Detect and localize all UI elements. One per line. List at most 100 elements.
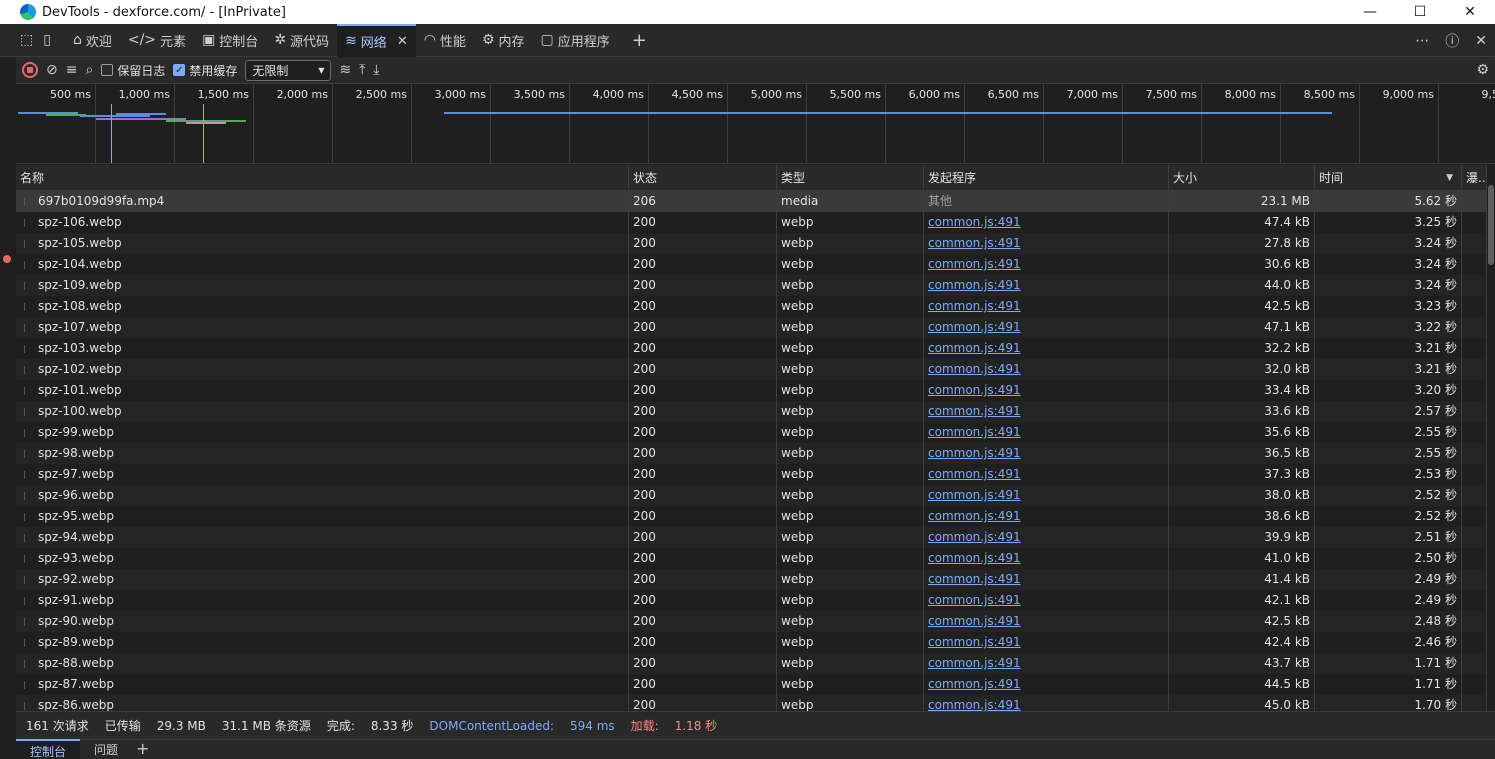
- table-row[interactable]: spz-93.webp 200 webp common.js:491 41.0 kB 2.…: [16, 548, 1487, 569]
- table-row[interactable]: spz-104.webp 200 webp common.js:491 30.6 kB 3…: [16, 254, 1487, 275]
- drawer-tab-console[interactable]: 控制台: [16, 739, 81, 759]
- vertical-scrollbar[interactable]: [1487, 165, 1495, 711]
- add-tab-icon[interactable]: +: [632, 30, 647, 51]
- device-emulation-icon[interactable]: ▯: [43, 32, 51, 48]
- table-row[interactable]: 697b0109d99fa.mp4 206 media 其他 23.1 MB 5.62 秒: [16, 191, 1487, 212]
- cell-initiator[interactable]: common.js:491: [924, 611, 1169, 632]
- cell-initiator[interactable]: common.js:491: [924, 569, 1169, 590]
- chip-icon: ⚙: [481, 32, 495, 48]
- maximize-icon[interactable]: ☐: [1395, 0, 1445, 24]
- column-initiator[interactable]: 发起程序: [924, 165, 1169, 191]
- cell-initiator[interactable]: common.js:491: [924, 443, 1169, 464]
- inspect-element-icon[interactable]: ⬚: [20, 32, 33, 48]
- table-row[interactable]: spz-90.webp 200 webp common.js:491 42.5 kB 2.…: [16, 611, 1487, 632]
- cell-initiator[interactable]: common.js:491: [924, 380, 1169, 401]
- table-row[interactable]: spz-87.webp 200 webp common.js:491 44.5 kB 1.…: [16, 674, 1487, 695]
- column-status[interactable]: 状态: [629, 165, 777, 191]
- filter-icon[interactable]: ≡: [66, 62, 78, 78]
- cell-initiator[interactable]: common.js:491: [924, 233, 1169, 254]
- cell-initiator[interactable]: common.js:491: [924, 275, 1169, 296]
- throttling-select[interactable]: 无限制 ▾: [245, 59, 332, 81]
- tab-network[interactable]: ≋ 网络 ✕: [337, 23, 416, 57]
- table-row[interactable]: spz-88.webp 200 webp common.js:491 43.7 kB 1.…: [16, 653, 1487, 674]
- column-type[interactable]: 类型: [777, 165, 924, 191]
- cell-initiator[interactable]: common.js:491: [924, 401, 1169, 422]
- cell-initiator[interactable]: common.js:491: [924, 317, 1169, 338]
- search-icon[interactable]: ⌕: [85, 62, 93, 78]
- tab-performance[interactable]: ◠ 性能: [416, 24, 474, 57]
- table-row[interactable]: spz-99.webp 200 webp common.js:491 35.6 kB 2.…: [16, 422, 1487, 443]
- import-har-icon[interactable]: ⤒: [359, 62, 365, 78]
- cell-initiator[interactable]: common.js:491: [924, 359, 1169, 380]
- overview-tick-label: 9,000 ms: [1382, 88, 1434, 101]
- column-time[interactable]: 时间 ▼: [1315, 165, 1462, 191]
- cell-initiator[interactable]: common.js:491: [924, 296, 1169, 317]
- table-row[interactable]: spz-92.webp 200 webp common.js:491 41.4 kB 2.…: [16, 569, 1487, 590]
- table-row[interactable]: spz-102.webp 200 webp common.js:491 32.0 kB 3…: [16, 359, 1487, 380]
- table-row[interactable]: spz-105.webp 200 webp common.js:491 27.8 kB 3…: [16, 233, 1487, 254]
- cell-initiator[interactable]: common.js:491: [924, 653, 1169, 674]
- column-size[interactable]: 大小: [1169, 165, 1315, 191]
- cell-initiator[interactable]: common.js:491: [924, 422, 1169, 443]
- cell-initiator[interactable]: common.js:491: [924, 590, 1169, 611]
- close-window-icon[interactable]: ✕: [1445, 0, 1495, 24]
- help-icon[interactable]: ⓘ: [1445, 31, 1459, 51]
- close-tab-icon[interactable]: ✕: [397, 34, 408, 49]
- table-row[interactable]: spz-98.webp 200 webp common.js:491 36.5 kB 2.…: [16, 443, 1487, 464]
- table-row[interactable]: spz-96.webp 200 webp common.js:491 38.0 kB 2.…: [16, 485, 1487, 506]
- cell-size: 38.0 kB: [1169, 485, 1315, 506]
- cell-initiator[interactable]: common.js:491: [924, 212, 1169, 233]
- table-row[interactable]: spz-108.webp 200 webp common.js:491 42.5 kB 3…: [16, 296, 1487, 317]
- cell-initiator[interactable]: common.js:491: [924, 254, 1169, 275]
- minimize-icon[interactable]: —: [1345, 0, 1395, 24]
- more-options-icon[interactable]: ⋯: [1415, 33, 1429, 49]
- cell-initiator[interactable]: common.js:491: [924, 464, 1169, 485]
- table-row[interactable]: spz-109.webp 200 webp common.js:491 44.0 kB 3…: [16, 275, 1487, 296]
- cell-initiator[interactable]: common.js:491: [924, 695, 1169, 711]
- table-row[interactable]: spz-101.webp 200 webp common.js:491 33.4 kB 3…: [16, 380, 1487, 401]
- disable-cache-checkbox[interactable]: ✓ 禁用缓存: [173, 62, 237, 79]
- network-conditions-icon[interactable]: ≋: [339, 62, 351, 78]
- cell-initiator[interactable]: common.js:491: [924, 485, 1169, 506]
- checkbox-checked[interactable]: ✓: [173, 64, 186, 76]
- left-gutter: [0, 57, 16, 759]
- cell-initiator[interactable]: common.js:491: [924, 527, 1169, 548]
- tab-application[interactable]: ▢ 应用程序: [533, 24, 618, 57]
- network-overview[interactable]: 500 ms 1,000 ms 1,500 ms 2,000 ms 2,500 ms 3,…: [16, 84, 1495, 164]
- column-waterfall[interactable]: 瀑...: [1462, 165, 1487, 191]
- cell-initiator[interactable]: common.js:491: [924, 548, 1169, 569]
- tab-console[interactable]: ▣ 控制台: [194, 24, 266, 57]
- cell-size: 36.5 kB: [1169, 443, 1315, 464]
- add-drawer-tab-icon[interactable]: +: [136, 739, 149, 759]
- checkbox-box[interactable]: [101, 64, 114, 76]
- table-row[interactable]: spz-91.webp 200 webp common.js:491 42.1 kB 2.…: [16, 590, 1487, 611]
- table-row[interactable]: spz-94.webp 200 webp common.js:491 39.9 kB 2.…: [16, 527, 1487, 548]
- preserve-log-checkbox[interactable]: 保留日志: [101, 62, 165, 79]
- cell-initiator[interactable]: common.js:491: [924, 338, 1169, 359]
- column-name[interactable]: 名称: [16, 165, 629, 191]
- table-row[interactable]: spz-95.webp 200 webp common.js:491 38.6 kB 2.…: [16, 506, 1487, 527]
- tab-memory[interactable]: ⚙ 内存: [474, 24, 533, 57]
- record-stop-icon[interactable]: [22, 62, 38, 78]
- cell-initiator[interactable]: common.js:491: [924, 674, 1169, 695]
- cell-initiator[interactable]: common.js:491: [924, 632, 1169, 653]
- tab-welcome[interactable]: ⌂ 欢迎: [65, 24, 120, 57]
- table-row[interactable]: spz-86.webp 200 webp common.js:491 45.0 kB 1.…: [16, 695, 1487, 711]
- overview-tick-label: 500 ms: [50, 88, 91, 101]
- table-row[interactable]: spz-106.webp 200 webp common.js:491 47.4 kB 3…: [16, 212, 1487, 233]
- scrollbar-thumb[interactable]: [1488, 185, 1494, 265]
- table-row[interactable]: spz-89.webp 200 webp common.js:491 42.4 kB 2.…: [16, 632, 1487, 653]
- table-row[interactable]: spz-103.webp 200 webp common.js:491 32.2 kB 3…: [16, 338, 1487, 359]
- network-settings-icon[interactable]: ⚙: [1476, 62, 1489, 78]
- export-har-icon[interactable]: ⤓: [373, 62, 379, 78]
- dropdown-arrow-icon: ▾: [318, 63, 325, 77]
- tab-elements[interactable]: </> 元素: [120, 24, 194, 57]
- table-row[interactable]: spz-100.webp 200 webp common.js:491 33.6 kB 2…: [16, 401, 1487, 422]
- drawer-tab-issues[interactable]: 问题: [80, 739, 132, 759]
- table-row[interactable]: spz-97.webp 200 webp common.js:491 37.3 kB 2.…: [16, 464, 1487, 485]
- close-devtools-icon[interactable]: ✕: [1475, 33, 1487, 49]
- table-row[interactable]: spz-107.webp 200 webp common.js:491 47.1 kB 3…: [16, 317, 1487, 338]
- clear-icon[interactable]: ⊘: [46, 62, 58, 78]
- cell-initiator[interactable]: common.js:491: [924, 506, 1169, 527]
- tab-sources[interactable]: ✲ 源代码: [266, 24, 337, 57]
